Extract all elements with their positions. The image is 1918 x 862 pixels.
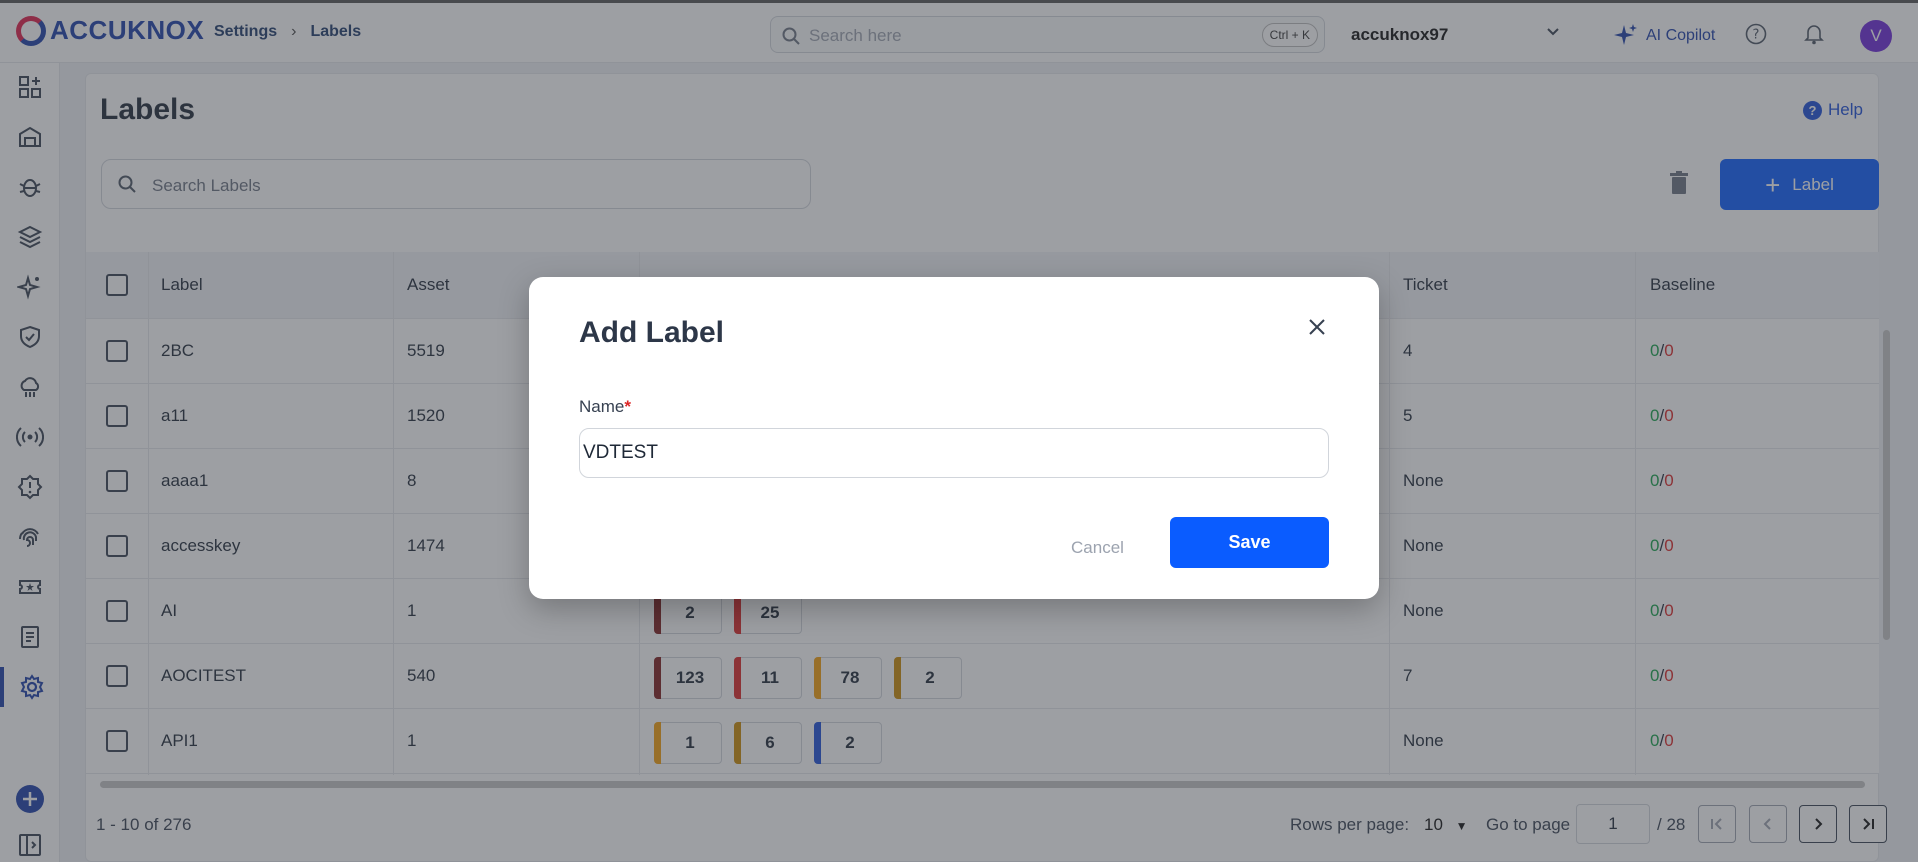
dialog-title: Add Label	[579, 316, 725, 349]
close-icon[interactable]	[1303, 313, 1331, 341]
add-label-dialog: Add Label Name* VDTEST Cancel Save	[529, 277, 1379, 599]
name-input[interactable]: VDTEST	[579, 428, 1329, 478]
name-label-text: Name	[579, 397, 625, 416]
cancel-button[interactable]: Cancel	[1042, 532, 1153, 564]
save-button[interactable]: Save	[1170, 517, 1329, 568]
required-marker: *	[624, 397, 631, 416]
name-field-label: Name*	[579, 397, 631, 417]
